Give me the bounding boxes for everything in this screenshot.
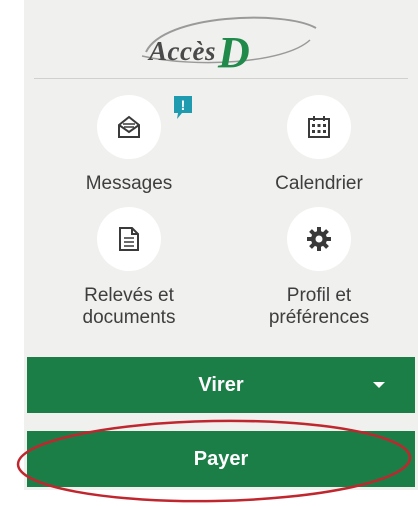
acces-d-logo[interactable]: AccèsD [24, 0, 418, 78]
calendar-icon [308, 116, 330, 138]
notification-badge-text: ! [181, 97, 186, 113]
virer-button[interactable]: Virer [27, 357, 415, 413]
gear-icon [307, 227, 331, 251]
calendar-tile[interactable]: Calendrier [234, 95, 404, 195]
calendar-label: Calendrier [275, 173, 363, 194]
statements-tile[interactable]: Relevés et documents [44, 207, 214, 329]
envelope-icon [118, 115, 140, 138]
logo-text: AccèsD [149, 20, 250, 77]
virer-label: Virer [198, 373, 244, 396]
document-icon [119, 227, 139, 251]
notification-badge-icon: ! [174, 96, 192, 119]
side-menu-panel: AccèsD Messages ! Calendrier Relevés et … [24, 0, 418, 490]
calendar-icon-circle [287, 95, 351, 159]
chevron-down-icon[interactable] [373, 382, 385, 388]
profile-icon-circle [287, 207, 351, 271]
profile-label: Profil et préférences [268, 285, 370, 328]
logo-letter: D [217, 28, 251, 77]
statements-label: Relevés et documents [82, 285, 176, 328]
divider [34, 78, 408, 79]
profile-tile[interactable]: Profil et préférences [234, 207, 404, 329]
payer-button[interactable]: Payer [27, 431, 415, 487]
statements-icon-circle [97, 207, 161, 271]
messages-label: Messages [85, 173, 173, 194]
payer-label: Payer [193, 447, 249, 470]
logo-prefix: Accès [149, 36, 216, 66]
messages-icon-circle [97, 95, 161, 159]
